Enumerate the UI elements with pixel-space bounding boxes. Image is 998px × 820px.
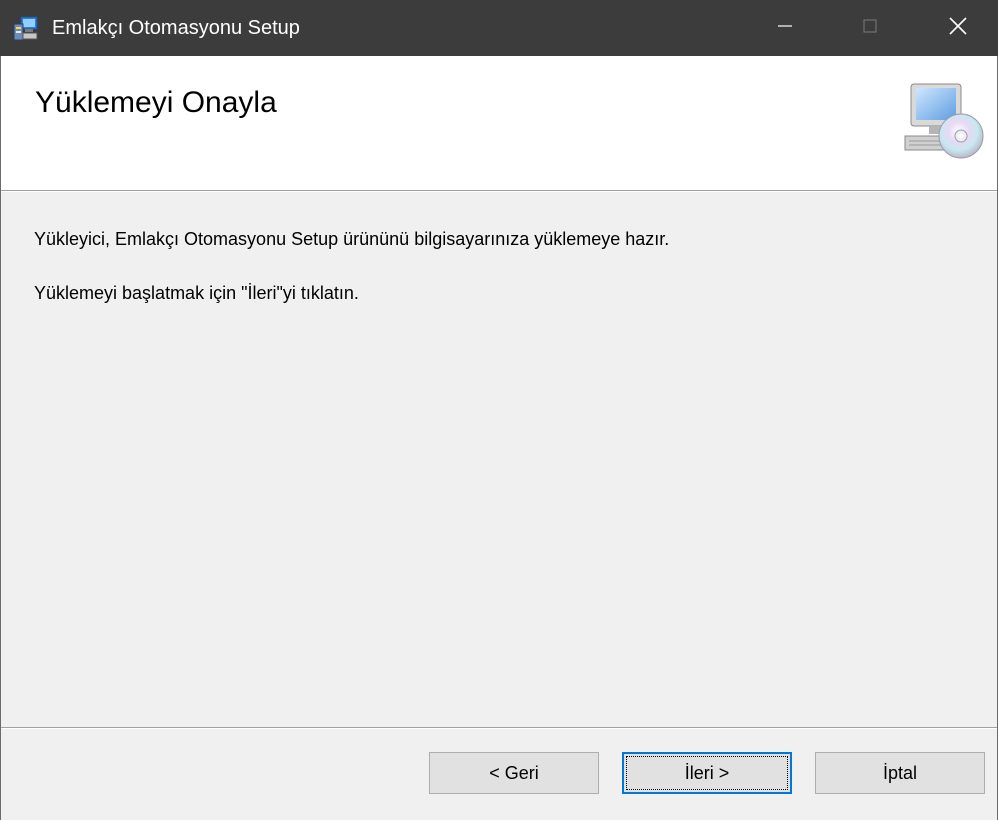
minimize-button[interactable] [753, 0, 817, 56]
back-button-label: < Geri [489, 762, 539, 783]
header-divider-highlight [1, 191, 997, 192]
close-icon [947, 15, 969, 42]
maximize-button[interactable] [838, 0, 902, 56]
info-text-ready: Yükleyici, Emlakçı Otomasyonu Setup ürün… [34, 229, 670, 249]
close-button[interactable] [926, 0, 990, 56]
cancel-button[interactable]: İptal [815, 752, 985, 794]
page-title: Yüklemeyi Onayla [35, 86, 277, 119]
window-title: Emlakçı Otomasyonu Setup [52, 17, 300, 39]
installer-window: Emlakçı Otomasyonu Setup Yüklemeyi Onayl… [0, 0, 998, 820]
installer-icon [12, 14, 40, 42]
info-text-instruction: Yüklemeyi başlatmak için "İleri"yi tıkla… [34, 283, 359, 303]
header-banner: Yüklemeyi Onayla [1, 56, 997, 190]
maximize-icon [860, 16, 880, 41]
computer-cd-icon [897, 76, 985, 172]
footer-divider-highlight [1, 728, 997, 729]
cancel-button-label: İptal [882, 762, 918, 783]
back-button[interactable]: < Geri [429, 752, 599, 794]
title-bar[interactable]: Emlakçı Otomasyonu Setup [0, 0, 998, 56]
minimize-icon [775, 16, 795, 41]
focus-indicator [626, 756, 788, 790]
next-button[interactable]: İleri > [622, 752, 792, 794]
